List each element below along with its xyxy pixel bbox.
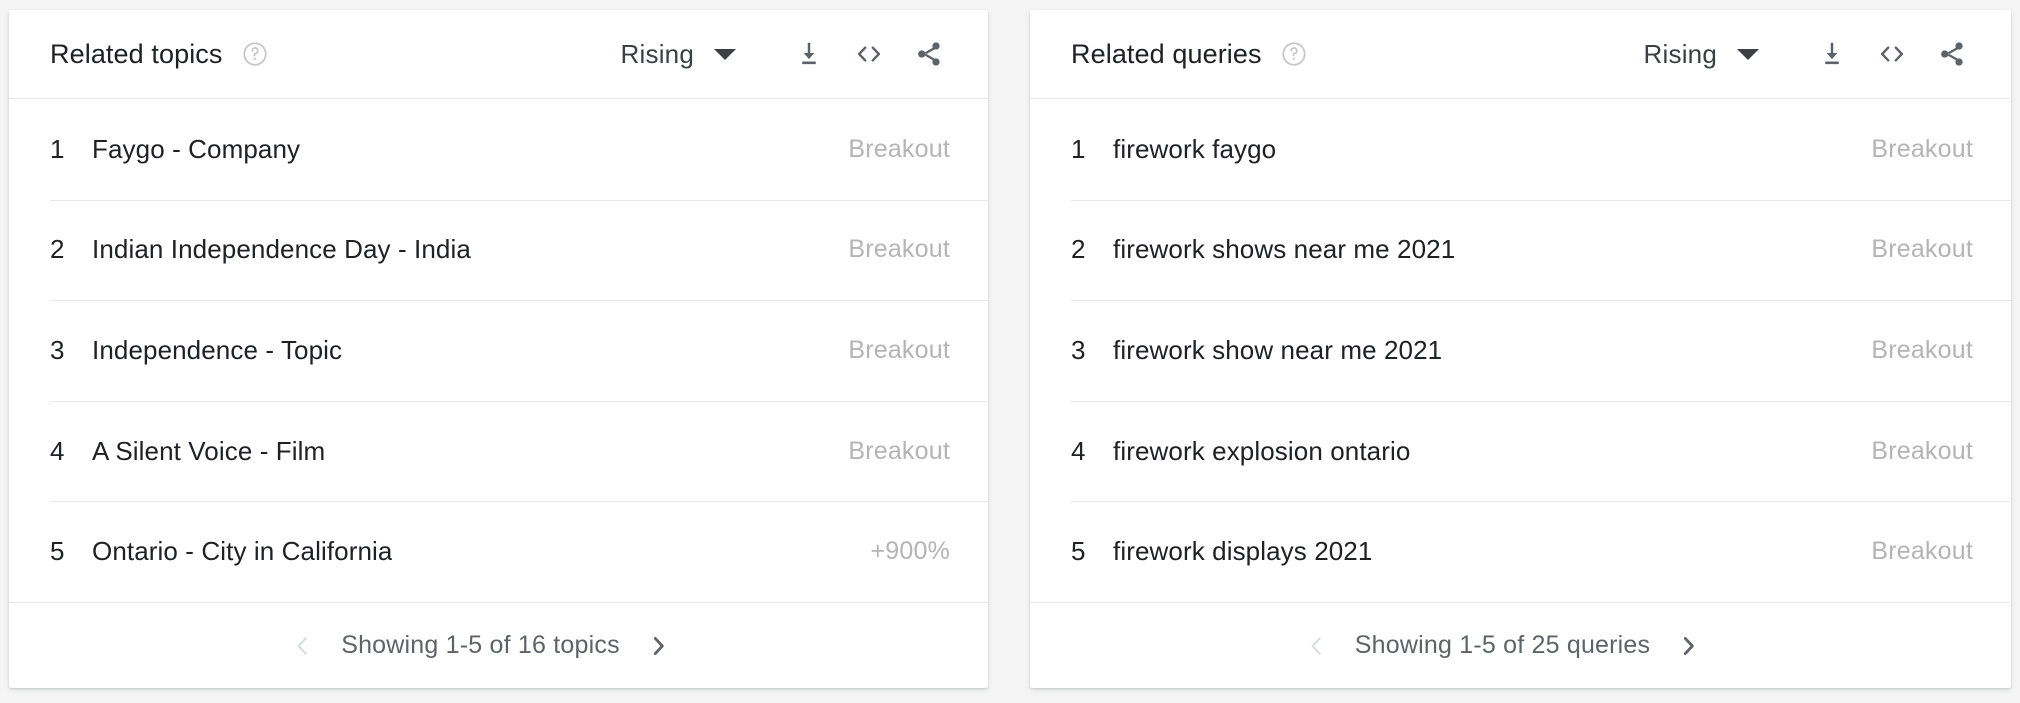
pagination: Showing 1-5 of 25 queries [1297, 626, 1708, 666]
row-rank: 1 [50, 133, 65, 164]
row-rank: 1 [1071, 133, 1086, 164]
header-actions: Rising [621, 33, 950, 75]
embed-code-icon[interactable] [1871, 33, 1913, 75]
header-actions: Rising [1644, 33, 1973, 75]
row-rank: 3 [50, 334, 65, 365]
pagination-status: Showing 1-5 of 16 topics [341, 631, 620, 659]
chevron-down-icon [714, 48, 736, 60]
row-value: Breakout [1871, 436, 1973, 465]
table-row[interactable]: 1 Faygo - Company Breakout [9, 99, 988, 200]
chevron-right-icon[interactable] [638, 626, 678, 666]
chevron-right-icon[interactable] [1668, 626, 1708, 666]
table-row[interactable]: 2 Indian Independence Day - India Breako… [9, 199, 988, 301]
row-label: firework explosion ontario [1113, 435, 1411, 466]
row-label: A Silent Voice - Film [92, 435, 326, 466]
row-label: firework displays 2021 [1113, 536, 1373, 567]
embed-code-icon[interactable] [848, 33, 890, 75]
pagination-status: Showing 1-5 of 25 queries [1354, 631, 1651, 659]
related-topics-list: 1 Faygo - Company Breakout 2 Indian Inde… [9, 99, 988, 602]
row-label: Faygo - Company [92, 133, 301, 164]
table-row[interactable]: 5 Ontario - City in California +900% [9, 501, 988, 602]
pagination: Showing 1-5 of 16 topics [283, 626, 678, 666]
table-row[interactable]: 4 A Silent Voice - Film Breakout [9, 400, 988, 502]
download-icon[interactable] [788, 33, 830, 75]
row-label: firework show near me 2021 [1113, 334, 1443, 365]
sort-selected-value: Rising [1643, 38, 1717, 69]
related-topics-header: Related topics Rising [9, 10, 988, 99]
row-rank: 4 [1071, 435, 1086, 466]
table-row[interactable]: 5 firework displays 2021 Breakout [1030, 501, 2011, 602]
related-panels-container: Related topics Rising 1 Faygo - Company … [0, 0, 2020, 703]
related-queries-footer: Showing 1-5 of 25 queries [1030, 602, 2011, 688]
related-queries-header: Related queries Rising [1030, 10, 2011, 99]
row-rank: 2 [50, 234, 65, 265]
row-label: Indian Independence Day - India [92, 234, 471, 265]
row-value: +900% [870, 537, 950, 566]
related-topics-footer: Showing 1-5 of 16 topics [9, 602, 988, 688]
row-label: Ontario - City in California [92, 536, 393, 567]
help-circle-icon[interactable] [1280, 40, 1308, 68]
table-row[interactable]: 3 Independence - Topic Breakout [9, 300, 988, 401]
chevron-left-icon[interactable] [1297, 626, 1337, 666]
row-value: Breakout [1871, 335, 1973, 364]
row-value: Breakout [1871, 235, 1973, 264]
row-value: Breakout [1871, 134, 1973, 163]
sort-dropdown[interactable]: Rising [1644, 39, 1759, 70]
table-row[interactable]: 4 firework explosion ontario Breakout [1030, 400, 2011, 502]
row-label: Independence - Topic [92, 334, 343, 365]
row-label: firework shows near me 2021 [1113, 234, 1456, 265]
sort-dropdown[interactable]: Rising [621, 39, 736, 70]
row-rank: 4 [50, 435, 65, 466]
related-queries-card: Related queries Rising 1 firework faygo … [1030, 10, 2011, 688]
row-value: Breakout [848, 335, 950, 364]
row-value: Breakout [848, 235, 950, 264]
row-rank: 3 [1071, 334, 1086, 365]
row-rank: 2 [1071, 234, 1086, 265]
row-value: Breakout [848, 134, 950, 163]
panel-title: Related topics [50, 38, 223, 69]
related-topics-card: Related topics Rising 1 Faygo - Company … [9, 10, 988, 688]
table-row[interactable]: 1 firework faygo Breakout [1030, 99, 2011, 200]
row-rank: 5 [1071, 536, 1086, 567]
share-icon[interactable] [1931, 33, 1973, 75]
sort-selected-value: Rising [620, 38, 694, 69]
chevron-down-icon [1737, 48, 1759, 60]
row-rank: 5 [50, 536, 65, 567]
row-label: firework faygo [1113, 133, 1277, 164]
chevron-left-icon[interactable] [283, 626, 323, 666]
row-value: Breakout [848, 436, 950, 465]
download-icon[interactable] [1811, 33, 1853, 75]
help-circle-icon[interactable] [241, 40, 269, 68]
related-queries-list: 1 firework faygo Breakout 2 firework sho… [1030, 99, 2011, 602]
panel-title: Related queries [1071, 38, 1262, 69]
share-icon[interactable] [908, 33, 950, 75]
table-row[interactable]: 3 firework show near me 2021 Breakout [1030, 300, 2011, 401]
table-row[interactable]: 2 firework shows near me 2021 Breakout [1030, 199, 2011, 301]
row-value: Breakout [1871, 537, 1973, 566]
